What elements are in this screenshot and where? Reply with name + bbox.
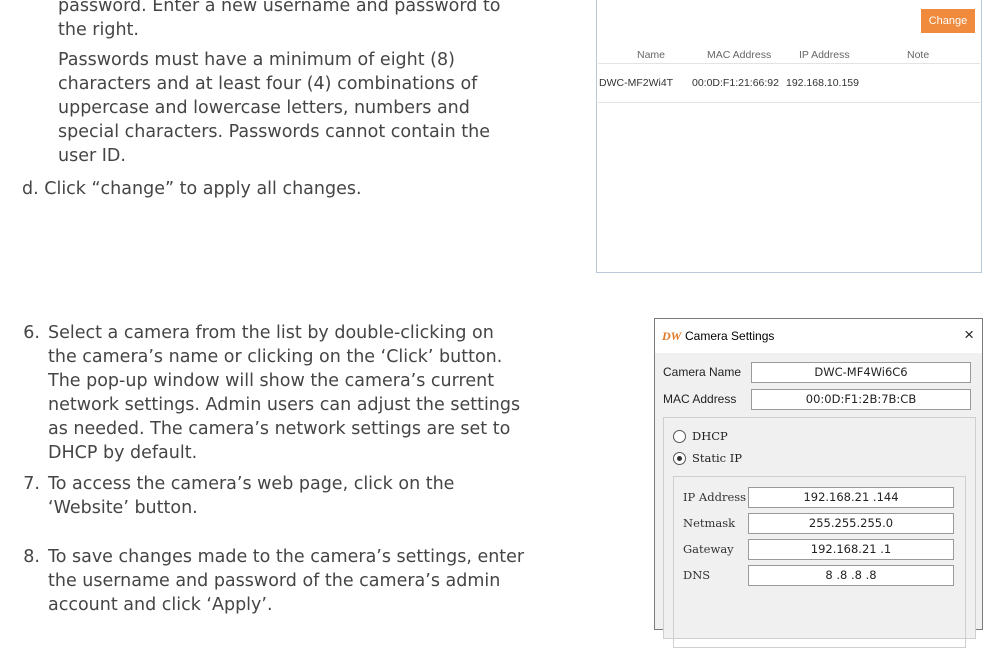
step-text: Select a camera from the list by double-… [48,323,494,343]
gateway-label: Gateway [683,542,734,556]
step-text: DHCP by default. [48,443,198,463]
dialog-title: Camera Settings [685,329,775,343]
instruction-text: Passwords must have a minimum of eight (… [58,50,455,70]
step-text: The pop-up window will show the camera’s… [48,371,495,391]
dhcp-radio[interactable] [673,430,686,443]
instruction-c-continued: password. Enter a new username and passw… [58,0,584,42]
static-ip-radio[interactable] [673,452,686,465]
step-number: 6. [23,323,40,343]
instruction-text: password. Enter a new username and passw… [58,0,501,16]
instruction-text: the right. [58,20,139,40]
camera-list-panel: Change Name MAC Address IP Address Note … [596,0,982,273]
static-ip-group: IP Address 192.168.21 .144 Netmask 255.2… [673,476,966,648]
instruction-text: special characters. Passwords cannot con… [58,122,490,142]
step-text: the camera’s name or clicking on the ‘Cl… [48,347,503,367]
instruction-text: uppercase and lowercase letters, numbers… [58,98,470,118]
mac-address-field[interactable]: 00:0D:F1:2B:7B:CB [751,389,971,410]
step-text: network settings. Admin users can adjust… [48,395,521,415]
instruction-text: characters and at least four (4) combina… [58,74,478,94]
table-row[interactable]: DWC-MF2Wi4T 00:0D:F1:21:66:92 192.168.10… [598,63,980,103]
dns-label: DNS [683,568,711,582]
dw-logo-icon: DW [662,329,682,343]
step-text: as needed. The camera’s network settings… [48,419,511,439]
column-header-mac[interactable]: MAC Address [707,49,771,61]
dialog-titlebar[interactable]: DW Camera Settings × [655,319,982,353]
step-number: 7. [23,474,40,494]
step-text: To access the camera’s web page, click o… [48,474,455,494]
dhcp-label: DHCP [692,429,728,443]
dns-field[interactable]: 8 .8 .8 .8 [748,565,954,586]
mac-address-label: MAC Address [663,392,737,406]
camera-name-field[interactable]: DWC-MF4Wi6C6 [751,362,971,383]
instruction-d: d. Click “change” to apply all changes. [22,179,362,199]
column-header-name[interactable]: Name [637,49,665,61]
step-text: ‘Website’ button. [48,498,198,518]
camera-settings-dialog: DW Camera Settings × Camera Name DWC-MF4… [654,318,983,648]
step-text: account and click ‘Apply’. [48,595,273,615]
step-number: 8. [23,547,40,567]
step-text: the username and password of the camera’… [48,571,501,591]
gateway-field[interactable]: 192.168.21 .1 [748,539,954,560]
camera-name-label: Camera Name [663,365,742,379]
network-settings-group: DHCP Static IP IP Address 192.168.21 .14… [663,417,976,648]
ip-address-field[interactable]: 192.168.21 .144 [748,487,954,508]
ip-address-label: IP Address [683,490,747,504]
column-header-note[interactable]: Note [907,49,929,61]
cell-name: DWC-MF2Wi4T [599,77,674,89]
netmask-label: Netmask [683,516,736,530]
cell-ip: 192.168.10.159 [786,77,859,89]
change-button[interactable]: Change [921,9,975,33]
password-rules-paragraph: Passwords must have a minimum of eight (… [58,48,584,168]
close-icon[interactable]: × [964,325,974,345]
instruction-text: user ID. [58,146,126,166]
step-text: To save changes made to the camera’s set… [48,547,525,567]
netmask-field[interactable]: 255.255.255.0 [748,513,954,534]
cell-mac: 00:0D:F1:21:66:92 [692,77,779,89]
static-ip-label: Static IP [692,451,743,465]
column-header-ip[interactable]: IP Address [799,49,850,61]
